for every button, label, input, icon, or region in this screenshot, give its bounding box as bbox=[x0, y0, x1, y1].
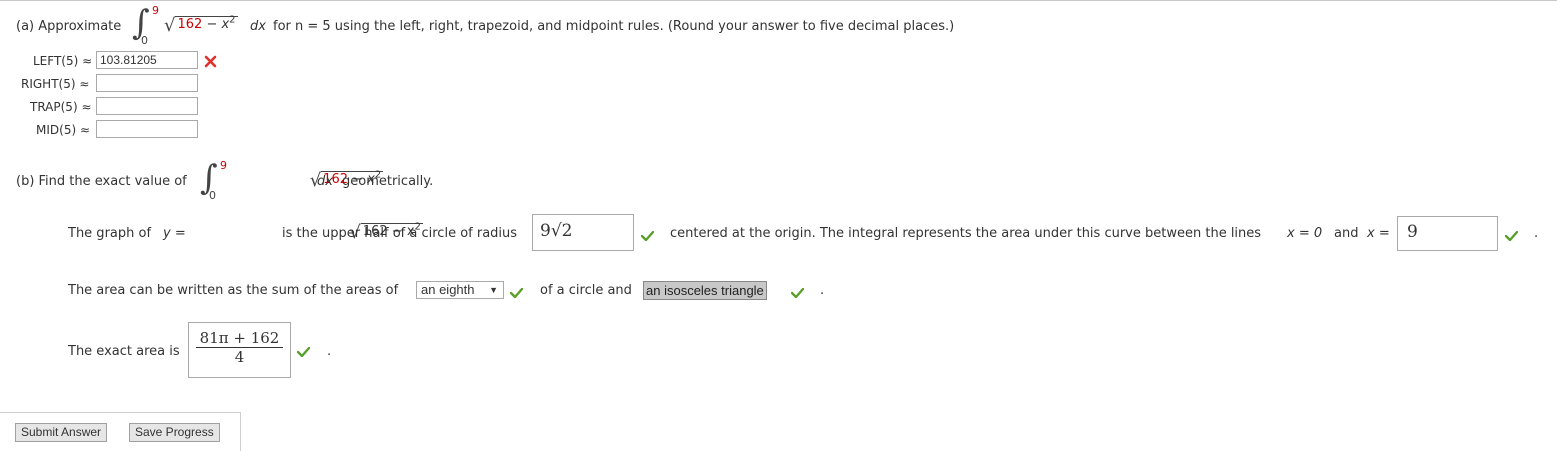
exact-area-fraction: 81π + 162 4 bbox=[195, 329, 284, 366]
trap-label: TRAP(5) ≈ bbox=[30, 100, 92, 114]
part-b-prefix: (b) Find the exact value of bbox=[16, 174, 187, 189]
exact-area-lead: The exact area is bbox=[68, 344, 180, 359]
dropdown-arrow-icon: ▼ bbox=[489, 285, 498, 295]
lower-limit-a: 0 bbox=[141, 34, 148, 47]
part-a-instruction: for n = 5 using the left, right, trapezo… bbox=[273, 19, 955, 34]
x-zero: x = 0 bbox=[1287, 226, 1323, 241]
radicand-rest-a: − x bbox=[202, 17, 230, 32]
dx-a: dx bbox=[250, 19, 266, 34]
graph-lead: The graph of bbox=[68, 226, 152, 241]
part-b-suffix: geometrically. bbox=[342, 174, 434, 189]
x-check-icon bbox=[1505, 231, 1518, 241]
mid-input[interactable] bbox=[96, 120, 198, 138]
exact-area-end-period: . bbox=[327, 344, 332, 359]
left-input[interactable]: 103.81205 bbox=[96, 51, 198, 69]
save-progress-button[interactable]: Save Progress bbox=[129, 423, 220, 442]
part-a-prefix: (a) Approximate bbox=[16, 19, 122, 34]
fraction-denominator: 4 bbox=[234, 348, 245, 366]
y-equals: y = bbox=[163, 226, 186, 241]
incorrect-x-icon bbox=[204, 55, 217, 68]
and-word: and bbox=[1334, 226, 1359, 241]
right-input[interactable] bbox=[96, 74, 198, 92]
lower-limit-b: 0 bbox=[209, 189, 216, 202]
graph-end-period: . bbox=[1534, 226, 1539, 241]
area-middle: of a circle and bbox=[540, 283, 632, 298]
area-lead: The area can be written as the sum of th… bbox=[68, 283, 399, 298]
radical-a: √ 162 − x2 bbox=[164, 14, 238, 36]
exact-area-answer-box[interactable]: 81π + 162 4 bbox=[188, 322, 291, 378]
fraction-select[interactable]: an eighth ▼ bbox=[416, 281, 504, 299]
shape-check-icon bbox=[791, 288, 804, 298]
trap-input[interactable] bbox=[96, 97, 198, 115]
x-equals: x = bbox=[1367, 226, 1390, 241]
graph-middle: is the upper half of a circle of radius bbox=[282, 226, 518, 241]
upper-limit-b: 9 bbox=[220, 159, 227, 172]
radicand-exp-a: 2 bbox=[229, 14, 236, 26]
exact-area-check-icon bbox=[297, 347, 310, 357]
upper-limit-a: 9 bbox=[152, 4, 159, 17]
radius-check-icon bbox=[641, 231, 654, 241]
mid-label: MID(5) ≈ bbox=[36, 123, 90, 137]
radius-answer-box[interactable]: 9√2 bbox=[532, 214, 634, 251]
right-label: RIGHT(5) ≈ bbox=[21, 77, 90, 91]
submit-answer-button[interactable]: Submit Answer bbox=[15, 423, 108, 442]
area-end-period: . bbox=[820, 283, 825, 298]
dx-b: dx bbox=[317, 174, 333, 189]
left-label: LEFT(5) ≈ bbox=[33, 54, 93, 68]
fraction-select-value: an eighth bbox=[421, 282, 475, 297]
top-divider bbox=[0, 0, 1557, 1]
graph-after-radius: centered at the origin. The integral rep… bbox=[670, 226, 1262, 241]
fraction-numerator: 81π + 162 bbox=[195, 329, 284, 348]
select-check-icon bbox=[510, 288, 523, 298]
radicand-const-a: 162 bbox=[177, 17, 203, 32]
shape-answer[interactable]: an isosceles triangle bbox=[643, 281, 767, 300]
x-answer-box[interactable]: 9 bbox=[1397, 216, 1498, 251]
